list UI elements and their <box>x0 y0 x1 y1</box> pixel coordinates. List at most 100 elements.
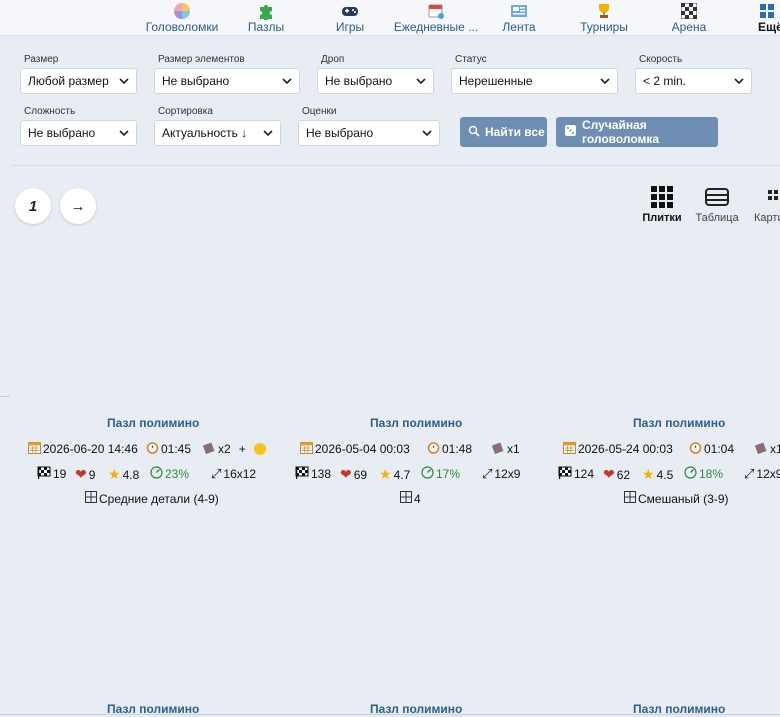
view-label: Плитки <box>642 212 682 224</box>
speedometer-icon <box>684 466 697 482</box>
nav-item-games[interactable]: Игры <box>332 0 368 36</box>
card-likes-value: 9 <box>88 467 96 482</box>
view-cards[interactable]: Карти <box>754 186 780 224</box>
nav-item-jigsaw[interactable]: Пазлы <box>244 0 288 36</box>
ratings-label: Оценки <box>302 106 337 117</box>
size-label: Размер <box>24 54 59 65</box>
resize-arrow-icon: ⤢ <box>744 466 755 481</box>
card-date: 2026-06-20 14:46 <box>28 441 138 457</box>
view-tiles[interactable]: Плитки <box>641 186 683 224</box>
card-percent: 23% <box>150 466 189 482</box>
card-date-value: 2026-06-20 14:46 <box>43 442 138 456</box>
nav-item-arena[interactable]: Арена <box>670 0 708 36</box>
card-pieces-value: 4 <box>414 491 421 506</box>
sort-select-value: Актуальность ↓ <box>162 126 248 140</box>
tiles-icon <box>651 186 673 208</box>
sort-label: Сортировка <box>158 106 213 117</box>
chevron-down-icon <box>263 130 273 137</box>
next-page-button[interactable]: → <box>60 188 96 224</box>
card-date-value: 2026-05-24 00:03 <box>578 442 673 456</box>
ratings-select-value: Не выбрано <box>306 126 374 140</box>
cards-icon <box>768 190 778 200</box>
drop-select-value: Не выбрано <box>325 74 393 88</box>
card-dimensions-value: 12x9 <box>494 467 521 481</box>
page-button-current[interactable]: 1 <box>15 188 51 224</box>
star-icon: ★ <box>108 466 121 482</box>
nav-item-daily[interactable]: Ежедневные ... <box>394 0 478 36</box>
card-drop-value: x1 <box>507 442 520 456</box>
calendar-icon <box>28 441 41 457</box>
card-rating-value: 4.8 <box>122 467 140 482</box>
resize-arrow-icon: ⤢ <box>482 466 493 481</box>
size-select-value: Любой размер <box>28 74 109 88</box>
nav-item-tournaments[interactable]: Турниры <box>578 0 630 36</box>
speed-select[interactable]: < 2 min. <box>635 68 752 94</box>
card-solved: 124 <box>558 466 594 482</box>
stopwatch-icon <box>146 441 159 457</box>
checkered-flag-icon <box>295 466 309 482</box>
card-percent: 17% <box>421 466 460 482</box>
view-table[interactable]: Таблица <box>695 186 739 224</box>
card-solved-value: 138 <box>311 467 332 481</box>
card-likes: ❤ 62 <box>603 466 630 483</box>
piece-size-select[interactable]: Не выбрано <box>154 68 300 94</box>
sort-select[interactable]: Актуальность ↓ <box>154 120 281 146</box>
status-select-value: Нерешенные <box>459 74 533 88</box>
random-puzzle-button[interactable]: Случайная головоломка <box>556 117 718 147</box>
card-date: 2026-05-04 00:03 <box>300 441 410 457</box>
card-pieces: Смешаный (3-9) <box>624 491 729 506</box>
top-navigation: Головоломки Пазлы Игры Ежедневные ... Ле… <box>0 0 780 36</box>
calendar-icon <box>300 441 313 457</box>
card-extra: + <box>238 442 246 456</box>
nav-label: Пазлы <box>247 20 285 34</box>
table-icon <box>705 188 729 206</box>
nav-label: Арена <box>671 20 707 34</box>
nav-label: Игры <box>335 20 365 34</box>
find-all-button[interactable]: Найти все <box>460 117 547 147</box>
pinwheel-icon <box>173 2 191 20</box>
drop-label: Дроп <box>321 54 345 65</box>
find-all-label: Найти все <box>485 125 545 139</box>
puzzle-drop-icon <box>491 441 505 457</box>
card-title[interactable]: Пазл полимино <box>107 416 199 430</box>
card-pieces: 4 <box>400 491 421 506</box>
card-percent-value: 18% <box>699 467 724 481</box>
card-time: 01:48 <box>427 441 472 457</box>
nav-item-puzzles[interactable]: Головоломки <box>146 0 218 36</box>
pieces-grid-icon <box>85 491 97 506</box>
card-rating: ★ 4.8 <box>108 466 139 483</box>
card-date-value: 2026-05-04 00:03 <box>315 442 410 456</box>
puzzle-drop-icon <box>202 441 216 457</box>
nav-item-more[interactable]: Ещё <box>758 0 780 36</box>
drop-select[interactable]: Не выбрано <box>317 68 434 94</box>
card-drop: x2 + <box>202 441 266 457</box>
difficulty-label: Сложность <box>24 106 76 117</box>
card-solved-value: 19 <box>53 467 67 481</box>
nav-item-feed[interactable]: Лента <box>500 0 538 36</box>
feed-icon <box>510 2 528 20</box>
ratings-select[interactable]: Не выбрано <box>298 120 440 146</box>
stopwatch-icon <box>689 441 702 457</box>
checkered-flag-icon <box>558 466 572 482</box>
card-rating: ★ 4.5 <box>642 466 673 483</box>
pieces-grid-icon <box>400 491 412 506</box>
card-time-value: 01:48 <box>442 442 473 456</box>
card-drop-value: x1 <box>770 442 780 456</box>
size-select[interactable]: Любой размер <box>20 68 137 94</box>
card-drop-value: x2 <box>218 442 231 456</box>
trophy-icon <box>595 2 613 20</box>
heart-icon: ❤ <box>75 466 87 482</box>
card-rating: ★ 4.7 <box>379 466 410 483</box>
card-title[interactable]: Пазл полимино <box>370 416 462 430</box>
card-dimensions: ⤢ 12x9 <box>482 466 520 482</box>
resize-arrow-icon: ⤢ <box>211 466 222 481</box>
card-drop: x1 <box>491 441 520 457</box>
piece-size-label: Размер элементов <box>158 54 245 65</box>
nav-label: Лента <box>502 20 536 34</box>
divider <box>0 396 10 397</box>
chevron-down-icon <box>282 78 292 85</box>
puzzle-drop-icon <box>754 441 768 457</box>
status-select[interactable]: Нерешенные <box>451 68 618 94</box>
difficulty-select[interactable]: Не выбрано <box>20 120 137 146</box>
card-title[interactable]: Пазл полимино <box>633 416 725 430</box>
